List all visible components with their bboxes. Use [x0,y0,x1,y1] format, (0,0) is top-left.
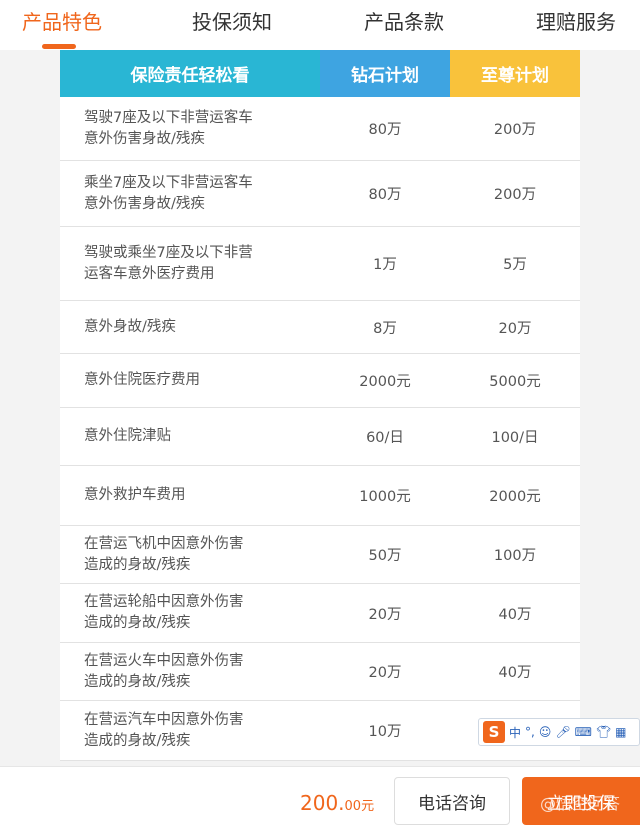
header-coverage: 保险责任轻松看 [60,50,320,97]
coverage-item-line1: 驾驶或乘坐7座及以下非营 [84,244,253,261]
ime-toolbar: S 中 °, ☺ 🎤︎ ⌨ 👕︎ ▦ [478,718,640,746]
coverage-item: 意外住院津贴 [60,426,320,447]
supreme-amount: 40万 [498,665,532,681]
coverage-item-line1: 意外住院津贴 [84,428,171,444]
tab-claims-service[interactable]: 理赔服务 [536,6,616,35]
active-tab-indicator [42,44,76,49]
watermark: @悟空问答 [540,794,621,813]
toolbox-icon[interactable]: ▦ [615,725,626,739]
coverage-item-line1: 驾驶7座及以下非营运客车 [84,109,253,126]
phone-consult-button[interactable]: 电话咨询 [394,777,510,825]
diamond-amount: 2000元 [359,374,411,390]
supreme-amount: 100/日 [491,430,539,446]
coverage-item-line2: 造成的身故/残疾 [84,556,191,573]
table-row: 驾驶或乘坐7座及以下非营 运客车意外医疗费用 1万 5万 [60,227,580,301]
coverage-item: 驾驶或乘坐7座及以下非营 运客车意外医疗费用 [60,243,320,285]
emoji-icon[interactable]: ☺ [539,725,552,739]
table-row: 意外住院医疗费用 2000元 5000元 [60,354,580,408]
supreme-amount: 20万 [498,320,532,337]
coverage-item: 意外身故/残疾 [60,317,320,338]
supreme-amount: 2000元 [489,489,541,505]
header-supreme-plan: 至尊计划 [450,50,580,97]
coverage-item-line2: 造成的身故/残疾 [84,732,191,749]
table-row: 意外救护车费用 1000元 2000元 [60,466,580,526]
coverage-item-line1: 意外住院医疗费用 [84,372,200,388]
diamond-amount: 1万 [373,257,397,273]
table-header: 保险责任轻松看 钻石计划 至尊计划 [60,50,580,97]
ime-punct-label[interactable]: °, [525,725,535,739]
coverage-item-line1: 意外救护车费用 [84,487,186,503]
diamond-amount: 1000元 [359,489,411,505]
supreme-amount: 5000元 [489,374,541,390]
coverage-item: 意外住院医疗费用 [60,370,320,391]
coverage-item: 驾驶7座及以下非营运客车 意外伤害身故/残疾 [60,108,320,150]
coverage-item: 在营运汽车中因意外伤害 造成的身故/残疾 [60,710,320,752]
keyboard-icon[interactable]: ⌨ [575,725,592,739]
coverage-item-line1: 在营运火车中因意外伤害 [84,652,244,669]
coverage-item: 乘坐7座及以下非营运客车 意外伤害身故/残疾 [60,173,320,215]
mic-icon[interactable]: 🎤︎ [555,725,570,739]
main-content: 保险责任轻松看 钻石计划 至尊计划 驾驶7座及以下非营运客车 意外伤害身故/残疾 8… [34,50,604,766]
coverage-item-line1: 乘坐7座及以下非营运客车 [84,174,253,191]
table-row: 在营运飞机中因意外伤害 造成的身故/残疾 50万 100万 [60,526,580,584]
coverage-item: 在营运飞机中因意外伤害 造成的身故/残疾 [60,534,320,576]
supreme-amount: 40万 [498,606,532,623]
table-row: 乘坐7座及以下非营运客车 意外伤害身故/残疾 80万 200万 [60,161,580,227]
table-row: 意外住院津贴 60/日 100/日 [60,408,580,466]
supreme-amount: 200万 [493,187,537,203]
supreme-amount: 200万 [493,122,537,138]
diamond-amount: 50万 [368,548,402,564]
diamond-amount: 10万 [368,724,402,740]
table-row: 意外身故/残疾 8万 20万 [60,301,580,354]
coverage-item: 在营运火车中因意外伤害 造成的身故/残疾 [60,651,320,693]
table-body: 驾驶7座及以下非营运客车 意外伤害身故/残疾 80万 200万 乘坐7座及以下非营运客车… [60,97,580,761]
diamond-amount: 20万 [368,665,402,681]
diamond-amount: 60/日 [366,430,404,446]
coverage-item-line2: 运客车意外医疗费用 [84,265,215,282]
shirt-icon[interactable]: 👕︎ [596,725,611,739]
coverage-item-line1: 意外身故/残疾 [84,318,176,335]
diamond-amount: 8万 [373,320,397,337]
header-diamond-plan: 钻石计划 [320,50,450,97]
coverage-item-line1: 在营运飞机中因意外伤害 [84,535,244,552]
supreme-amount: 100万 [493,548,537,564]
ime-mode-label[interactable]: 中 [509,724,521,741]
coverage-table: 保险责任轻松看 钻石计划 至尊计划 驾驶7座及以下非营运客车 意外伤害身故/残疾 8… [60,50,580,761]
table-row: 驾驶7座及以下非营运客车 意外伤害身故/残疾 80万 200万 [60,97,580,161]
sogou-logo-icon[interactable]: S [483,721,505,743]
supreme-amount: 5万 [503,257,527,273]
coverage-item-line1: 在营运轮船中因意外伤害 [84,594,244,610]
coverage-item: 意外救护车费用 [60,485,320,506]
diamond-amount: 80万 [368,122,402,138]
table-row: 在营运火车中因意外伤害 造成的身故/残疾 20万 40万 [60,643,580,701]
coverage-item-line2: 造成的身故/残疾 [84,615,191,631]
coverage-item-line2: 意外伤害身故/残疾 [84,195,205,212]
coverage-item-line1: 在营运汽车中因意外伤害 [84,711,244,728]
price: 200.00元 [300,791,374,815]
price-main: 200. [300,791,345,815]
table-row: 在营运轮船中因意外伤害 造成的身故/残疾 20万 40万 [60,584,580,643]
diamond-amount: 80万 [368,187,402,203]
price-decimal: 00元 [344,799,375,814]
coverage-item-line2: 意外伤害身故/残疾 [84,130,205,147]
coverage-item-line2: 造成的身故/残疾 [84,673,191,690]
tab-bar: 产品特色 投保须知 产品条款 理赔服务 [0,0,640,50]
tab-product-terms[interactable]: 产品条款 [364,6,444,35]
tab-product-features[interactable]: 产品特色 [22,6,102,35]
coverage-item: 在营运轮船中因意外伤害 造成的身故/残疾 [60,592,320,634]
diamond-amount: 20万 [368,606,402,623]
tab-insurance-notice[interactable]: 投保须知 [192,6,272,35]
